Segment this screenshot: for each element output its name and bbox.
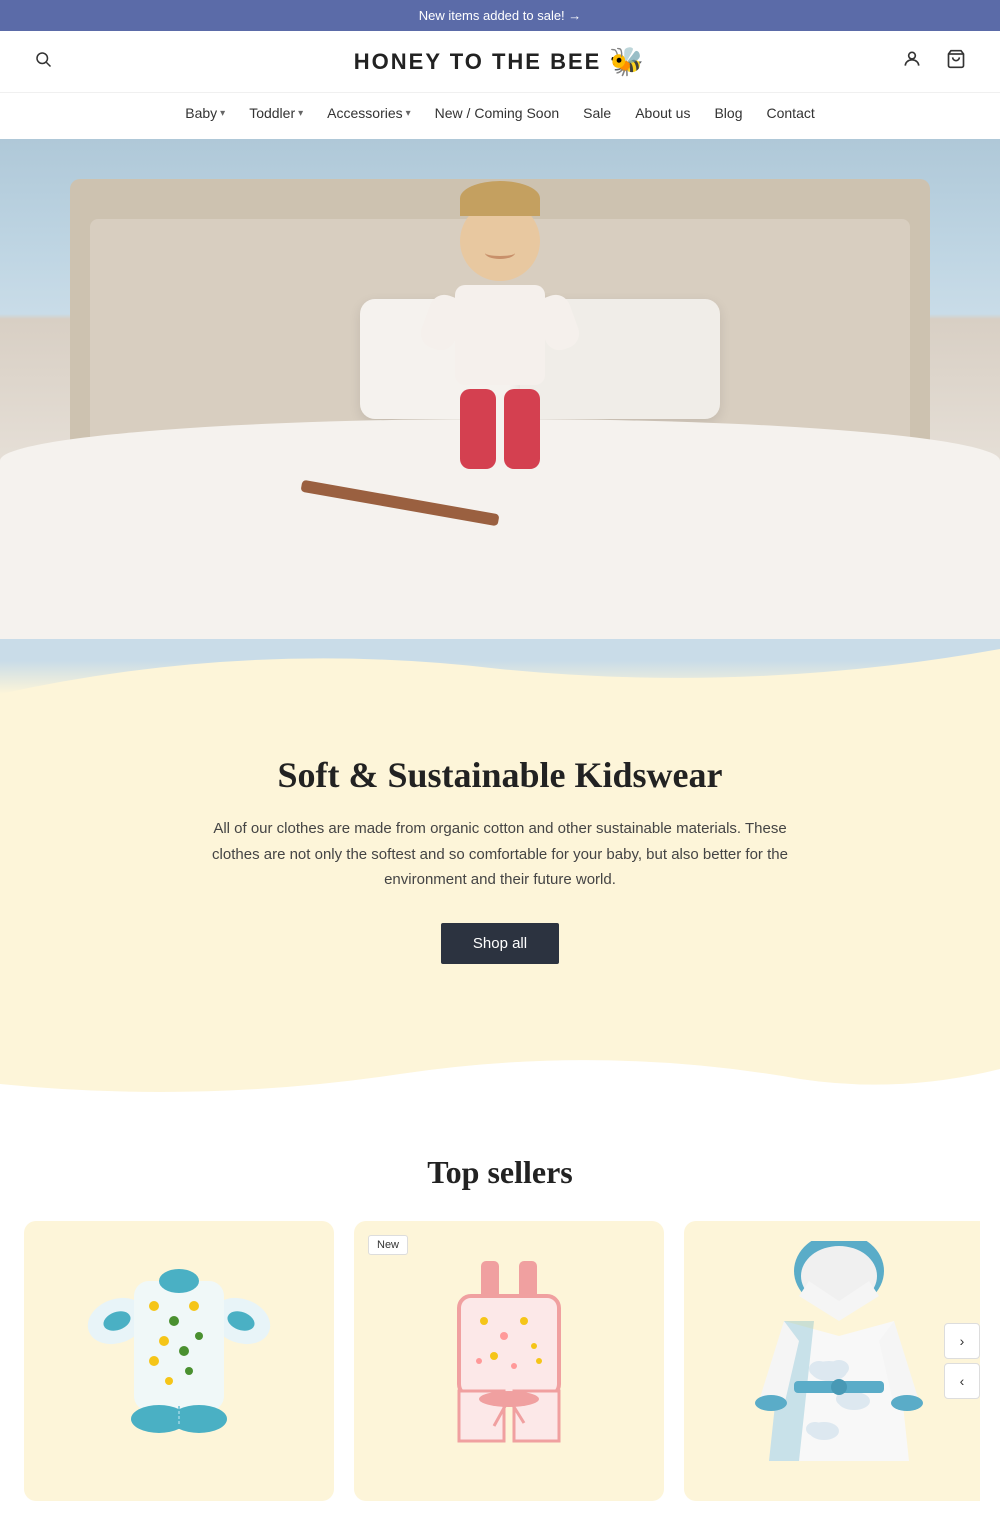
child-figure (455, 181, 545, 469)
nav-label-contact: Contact (767, 105, 815, 121)
announcement-bar[interactable]: New items added to sale! → (0, 0, 1000, 31)
chevron-down-icon: ▾ (220, 108, 225, 119)
search-icon (34, 50, 52, 68)
child-legs (460, 389, 540, 469)
soft-section: Soft & Sustainable Kidswear All of our c… (0, 694, 1000, 1044)
nav-label-about: About us (635, 105, 690, 121)
child-body (455, 285, 545, 385)
nav-item-about[interactable]: About us (625, 101, 700, 125)
list-item[interactable]: New (354, 1221, 664, 1501)
products-container: New (20, 1221, 980, 1501)
child-leg-left (460, 389, 496, 469)
list-item[interactable] (24, 1221, 334, 1501)
wave-svg (0, 639, 1000, 694)
new-badge: New (368, 1235, 408, 1255)
bottom-wave-svg (0, 1044, 1000, 1104)
account-button[interactable] (898, 45, 926, 79)
logo-text: HONEY TO THE BEE (354, 49, 602, 75)
nav-item-toddler[interactable]: Toddler ▾ (239, 101, 313, 125)
account-icon (902, 49, 922, 69)
onesie-illustration (79, 1241, 279, 1481)
top-sellers-section: Top sellers (0, 1104, 1000, 1501)
nav-label-baby: Baby (185, 105, 217, 121)
bee-icon: 🐝 (609, 45, 646, 78)
wave-hero-bottom (0, 639, 1000, 694)
main-nav: Baby ▾ Toddler ▾ Accessories ▾ New / Com… (0, 92, 1000, 139)
nav-item-baby[interactable]: Baby ▾ (175, 101, 235, 125)
cart-button[interactable] (942, 45, 970, 79)
list-item[interactable] (684, 1221, 980, 1501)
product-image-1 (24, 1221, 334, 1501)
nav-label-toddler: Toddler (249, 105, 295, 121)
child-smile (485, 247, 515, 259)
robe-illustration (739, 1241, 939, 1481)
nav-label-new: New / Coming Soon (435, 105, 560, 121)
carousel-next-button[interactable]: › (944, 1323, 980, 1359)
nav-label-blog: Blog (714, 105, 742, 121)
cart-icon (946, 49, 966, 69)
child-leg-right (504, 389, 540, 469)
chevron-down-icon: ▾ (406, 108, 411, 119)
nav-item-sale[interactable]: Sale (573, 101, 621, 125)
search-button[interactable] (30, 46, 56, 77)
yellow-wave-bottom (0, 1044, 1000, 1104)
nav-item-contact[interactable]: Contact (757, 101, 825, 125)
site-header: HONEY TO THE BEE 🐝 (0, 31, 1000, 92)
hero-image (0, 139, 1000, 639)
products-row: New (20, 1221, 980, 1501)
product-image-2 (354, 1221, 664, 1501)
soft-title: Soft & Sustainable Kidswear (200, 754, 800, 796)
nav-item-new[interactable]: New / Coming Soon (425, 101, 570, 125)
site-logo[interactable]: HONEY TO THE BEE 🐝 (354, 45, 646, 78)
soft-description: All of our clothes are made from organic… (200, 816, 800, 893)
page-bottom (0, 1501, 1000, 1531)
carousel-nav: › ‹ (944, 1323, 980, 1399)
nav-label-accessories: Accessories (327, 105, 402, 121)
nav-label-sale: Sale (583, 105, 611, 121)
top-sellers-title: Top sellers (20, 1154, 980, 1191)
romper-illustration (419, 1251, 599, 1471)
announcement-text: New items added to sale! → (419, 8, 582, 23)
product-image-3 (684, 1221, 980, 1501)
header-icon-group (898, 45, 970, 79)
carousel-prev-button[interactable]: ‹ (944, 1363, 980, 1399)
nav-item-blog[interactable]: Blog (704, 101, 752, 125)
chevron-down-icon: ▾ (298, 108, 303, 119)
child-hair (460, 181, 540, 216)
nav-item-accessories[interactable]: Accessories ▾ (317, 101, 421, 125)
hero-section (0, 139, 1000, 639)
shop-all-button[interactable]: Shop all (441, 923, 559, 964)
